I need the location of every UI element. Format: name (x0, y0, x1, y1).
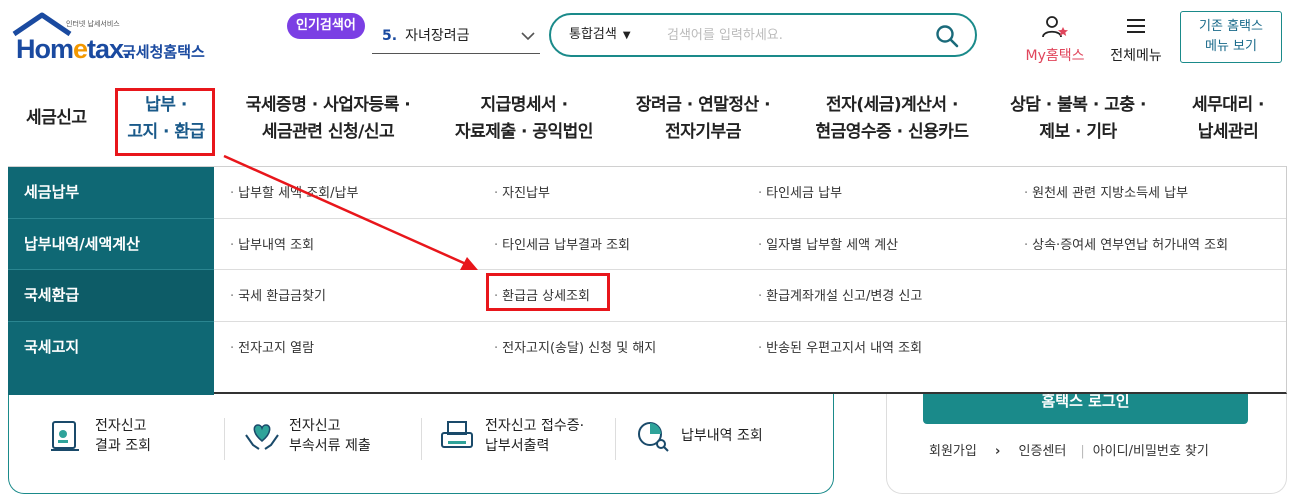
document-stamp-icon (49, 419, 83, 459)
search-bar: 통합검색 ▼ (549, 13, 977, 57)
menu-link[interactable]: · 타인세금 납부 (758, 182, 842, 201)
logo-wordmark: Hometax. (16, 34, 131, 64)
menu-link[interactable]: · 전자고지(송달) 신청 및 해지 (494, 337, 656, 356)
category-tax-payment[interactable]: 세금납부 (8, 167, 214, 219)
menu-link[interactable]: · 원천세 관련 지방소득세 납부 (1024, 182, 1188, 201)
popular-search-badge: 인기검색어 (287, 13, 365, 39)
cert-center-link[interactable]: 인증센터 (1018, 444, 1066, 459)
quick-efiling-attachments[interactable]: 전자신고 부속서류 제출 (243, 416, 423, 462)
popular-keyword-dropdown[interactable]: 5. 자녀장려금 (372, 22, 540, 54)
nav-consultation-appeal[interactable]: 상담 · 불복 · 고충 · 제보 · 기타 (1002, 92, 1154, 146)
menu-row: · 국세 환급금찾기 · 환급금 상세조회 · 환급계좌개설 신고/변경 신고 (214, 270, 1286, 322)
quick-payment-history[interactable]: 납부내역 조회 (635, 416, 805, 462)
chevron-down-icon[interactable] (520, 22, 536, 60)
nav-tax-report[interactable]: 세금신고 (26, 105, 87, 132)
logo-tagline: 인터넷 납세서비스 (66, 20, 120, 28)
chevron-right-icon: › (994, 444, 1001, 459)
hamburger-menu-icon (1127, 19, 1145, 33)
mega-menu-links: · 납부할 세액 조회/납부 · 자진납부 · 타인세금 납부 · 원천세 관련 지방소… (214, 167, 1286, 373)
menu-link[interactable]: · 국세 환급금찾기 (230, 285, 326, 304)
menu-link[interactable]: · 상속·증여세 연부연납 허가내역 조회 (1024, 234, 1228, 253)
highlight-box-refund-detail (486, 273, 610, 311)
nav-incentive-year-end[interactable]: 장려금 · 연말정산 · 전자기부금 (628, 92, 778, 146)
old-menu-line1: 기존 홈택스 (1199, 19, 1263, 34)
menu-row: · 전자고지 열람 · 전자고지(송달) 신청 및 해지 · 반송된 우편고지서 내역… (214, 322, 1286, 374)
nav-electronic-invoice[interactable]: 전자(세금)계산서 · 현금영수증 · 신용카드 (806, 92, 978, 146)
search-icon[interactable] (935, 24, 959, 52)
menu-link[interactable]: · 납부할 세액 조회/납부 (230, 182, 358, 201)
search-category-select[interactable]: 통합검색 ▼ (569, 15, 631, 56)
menu-link[interactable]: · 전자고지 열람 (230, 337, 314, 356)
old-menu-line2: 메뉴 보기 (1205, 39, 1257, 54)
divider (615, 418, 616, 460)
old-menu-view-button[interactable]: 기존 홈택스 메뉴 보기 (1180, 11, 1282, 63)
menu-row: · 납부내역 조회 · 타인세금 납부결과 조회 · 일자별 납부할 세액 계산 · 상… (214, 219, 1286, 270)
user-star-icon (1042, 16, 1068, 38)
my-hometax-button[interactable]: My홈택스 (1020, 15, 1090, 65)
menu-link[interactable]: · 환급계좌개설 신고/변경 신고 (758, 285, 922, 304)
hometax-page: 인터넷 납세서비스 Hometax. 국세청홈택스 인기검색어 5. 자녀장려금 … (0, 0, 1295, 501)
mega-menu-dropdown: 세금납부 납부내역/세액계산 국세환급 국세고지 · 납부할 세액 조회/납부 ·… (8, 166, 1287, 395)
logo-korean-name: 국세청홈택스 (122, 43, 205, 61)
nav-tax-agent[interactable]: 세무대리 · 납세관리 (1182, 92, 1274, 146)
quick-efiling-result[interactable]: 전자신고 결과 조회 (49, 416, 219, 462)
highlight-box-nav (115, 88, 215, 156)
divider (224, 418, 225, 460)
menu-link[interactable]: · 타인세금 납부결과 조회 (494, 234, 630, 253)
divider (421, 418, 422, 460)
all-menu-button[interactable]: 전체메뉴 (1104, 15, 1168, 65)
category-tax-notice[interactable]: 국세고지 (8, 322, 214, 374)
login-button[interactable]: 홈택스 로그인 (923, 394, 1248, 424)
my-hometax-label: My홈택스 (1025, 48, 1085, 64)
printer-document-icon (439, 419, 475, 459)
all-menu-label: 전체메뉴 (1110, 48, 1162, 64)
login-links: 회원가입 › 인증센터 | 아이디/비밀번호 찾기 (929, 440, 1223, 459)
nav-statement-submission[interactable]: 지급명세서 · 자료제출 · 공익법인 (448, 92, 600, 146)
pie-chart-search-icon (635, 419, 671, 459)
menu-link[interactable]: · 일자별 납부할 세액 계산 (758, 234, 898, 253)
find-id-password-link[interactable]: 아이디/비밀번호 찾기 (1093, 444, 1209, 459)
menu-row: · 납부할 세액 조회/납부 · 자진납부 · 타인세금 납부 · 원천세 관련 지방소… (214, 167, 1286, 219)
signup-link[interactable]: 회원가입 › (929, 444, 1000, 459)
hands-heart-icon (243, 419, 281, 459)
popular-keyword-text[interactable]: 자녀장려금 (405, 28, 469, 44)
menu-link[interactable]: · 자진납부 (494, 182, 550, 201)
menu-link[interactable]: · 반송된 우편고지서 내역 조회 (758, 337, 922, 356)
divider: | (1080, 444, 1085, 459)
login-panel: 홈택스 로그인 회원가입 › 인증센터 | 아이디/비밀번호 찾기 (886, 394, 1287, 494)
search-input[interactable] (667, 23, 927, 47)
caret-down-icon: ▼ (622, 30, 631, 41)
menu-link[interactable]: · 납부내역 조회 (230, 234, 314, 253)
hometax-logo[interactable]: 인터넷 납세서비스 Hometax. 국세청홈택스 (10, 12, 225, 66)
category-national-tax-refund[interactable]: 국세환급 (8, 270, 214, 322)
nav-certificate-registration[interactable]: 국세증명 · 사업자등록 · 세금관련 신청/신고 (238, 92, 418, 146)
category-payment-history[interactable]: 납부내역/세액계산 (8, 219, 214, 270)
quick-receipt-print[interactable]: 전자신고 접수증· 납부서출력 (439, 416, 629, 462)
mega-menu-categories: 세금납부 납부내역/세액계산 국세환급 국세고지 (8, 167, 214, 395)
quick-service-panel: 전자신고 결과 조회 전자신고 부속서류 제출 전자신고 접수증· 납부서출력 납부내… (8, 394, 834, 494)
popular-keyword-rank: 5. (382, 28, 398, 44)
